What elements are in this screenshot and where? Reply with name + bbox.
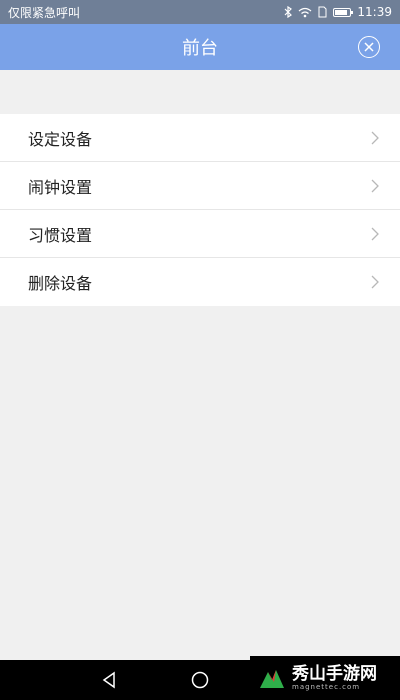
- status-icons: 11:39: [284, 5, 392, 19]
- wifi-icon: [298, 7, 312, 17]
- menu-item-label: 删除设备: [28, 274, 93, 293]
- clock-time: 11:39: [357, 5, 392, 19]
- title-bar: 前台: [0, 24, 400, 70]
- chevron-right-icon: [371, 275, 379, 289]
- status-bar: 仅限紧急呼叫 11:39: [0, 0, 400, 24]
- menu-item-delete-device[interactable]: 删除设备: [0, 258, 400, 306]
- battery-icon: [333, 7, 354, 17]
- menu-item-label: 习惯设置: [28, 225, 93, 245]
- chevron-right-icon: [371, 179, 379, 192]
- chevron-right-icon: [371, 227, 379, 240]
- settings-menu: 设定设备 闹钟设置 习惯设置 删除设备: [0, 114, 400, 306]
- nav-home-icon[interactable]: [190, 670, 210, 690]
- menu-item-set-device[interactable]: 设定设备: [0, 114, 400, 162]
- watermark-name: 秀山手游网: [292, 663, 377, 684]
- menu-item-habit-settings[interactable]: 习惯设置: [0, 210, 400, 258]
- sim-icon: [318, 6, 327, 18]
- mountain-logo-icon: [260, 670, 284, 688]
- close-button[interactable]: [358, 36, 380, 58]
- page-title: 前台: [182, 38, 218, 59]
- menu-item-alarm-settings[interactable]: 闹钟设置: [0, 162, 400, 210]
- close-icon: [364, 42, 374, 52]
- nav-back-icon[interactable]: [100, 670, 120, 690]
- menu-item-label: 闹钟设置: [28, 177, 93, 197]
- watermark-domain: magnettec.com: [292, 682, 361, 691]
- menu-item-label: 设定设备: [28, 129, 93, 149]
- carrier-text: 仅限紧急呼叫: [8, 5, 81, 20]
- bluetooth-icon: [284, 6, 293, 18]
- chevron-right-icon: [371, 131, 379, 144]
- watermark-logo: 秀山手游网 magnettec.com: [250, 656, 400, 700]
